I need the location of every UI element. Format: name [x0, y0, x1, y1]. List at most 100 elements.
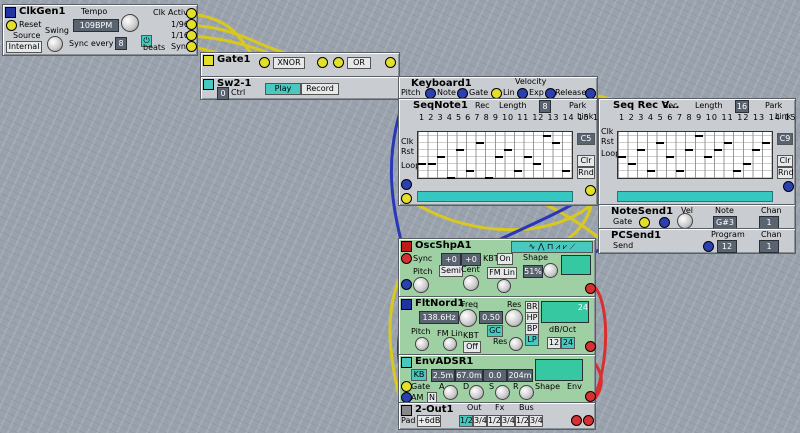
pitch-in-jack[interactable]: [401, 279, 412, 290]
out-module[interactable]: 2-Out1 Pad +6dB Out Fx Bus 1/2 3/4 1/2 3…: [398, 402, 596, 430]
seq-note-step[interactable]: [656, 142, 665, 144]
length-value[interactable]: 8: [539, 100, 551, 113]
source-select[interactable]: Internal: [6, 41, 42, 53]
play-button[interactable]: Play: [265, 83, 301, 95]
program-in-jack[interactable]: [703, 241, 714, 252]
sync-in-jack[interactable]: [401, 253, 412, 264]
fm-lin-button[interactable]: FM Lin: [487, 267, 517, 279]
clr-button[interactable]: Clr: [577, 155, 595, 167]
gate-mode2-select[interactable]: OR: [347, 57, 371, 69]
seq-note-step[interactable]: [514, 170, 522, 172]
seq-note-step[interactable]: [542, 135, 551, 137]
shape-knob[interactable]: [543, 263, 558, 278]
clr-button[interactable]: Clr: [777, 155, 793, 167]
lp-mode[interactable]: LP: [525, 334, 539, 346]
pad-select[interactable]: +6dB: [417, 415, 441, 427]
switch-module[interactable]: Sw2-1 0 Ctrl Play Record: [200, 76, 400, 100]
range-display[interactable]: C9: [777, 133, 793, 145]
fx-34-button[interactable]: 3/4: [501, 415, 515, 427]
freq-knob[interactable]: [459, 309, 477, 327]
notesend-module[interactable]: NoteSend1 Gate Vel Note G#3 Chan 1: [598, 204, 796, 230]
module-menu-icon[interactable]: [401, 357, 412, 368]
vel-knob[interactable]: [677, 213, 693, 229]
sustain-value[interactable]: 0.0: [483, 369, 507, 382]
reset-input-jack[interactable]: [6, 20, 17, 31]
seqnote-gate-row[interactable]: [417, 191, 573, 202]
release-knob[interactable]: [519, 385, 534, 400]
keyboard-module[interactable]: Keyboard1 Pitch Note Gate Velocity Lin E…: [398, 76, 598, 100]
seq-note-step[interactable]: [466, 170, 474, 172]
fx-12-button[interactable]: 1/2: [487, 415, 501, 427]
seq-note-step[interactable]: [523, 156, 532, 158]
cent-knob[interactable]: [463, 275, 479, 291]
left-in-jack[interactable]: [571, 415, 582, 426]
seq-note-step[interactable]: [456, 149, 465, 151]
seq-note-step[interactable]: [504, 149, 513, 151]
seq-note-step[interactable]: [723, 142, 732, 144]
freq-value[interactable]: 138.6Hz: [419, 311, 459, 324]
out-34-button[interactable]: 3/4: [473, 415, 487, 427]
tempo-display[interactable]: 109BPM: [73, 19, 119, 32]
pitch-knob[interactable]: [413, 277, 429, 293]
clkgen-module[interactable]: ClkGen1 Reset Tempo 109BPM ⏻ Clk Active …: [2, 4, 198, 56]
rnd-button[interactable]: Rnd: [777, 167, 794, 179]
seqrec-gate-row[interactable]: [617, 191, 773, 202]
seq-note-step[interactable]: [666, 156, 674, 158]
seq-note-step[interactable]: [627, 163, 636, 165]
seq-note-step[interactable]: [704, 156, 713, 158]
div16-output-jack[interactable]: [186, 30, 197, 41]
module-menu-icon[interactable]: [401, 241, 412, 252]
seq-note-step[interactable]: [646, 170, 655, 172]
db24-button[interactable]: 24: [561, 337, 575, 349]
env-module[interactable]: EnvADSR1 KB 2.5m 67.0m 0.0 204m Gate AM …: [398, 354, 596, 404]
kbt-toggle[interactable]: On: [497, 253, 513, 265]
gate-in-jack[interactable]: [401, 381, 412, 392]
release-value[interactable]: 204m: [507, 369, 533, 382]
attack-knob[interactable]: [443, 385, 458, 400]
bus-12-button[interactable]: 1/2: [515, 415, 529, 427]
res-value[interactable]: 0.50: [479, 311, 503, 324]
sync-every-value[interactable]: 8: [115, 37, 127, 50]
seq-note-step[interactable]: [533, 163, 542, 165]
chan-value[interactable]: 1: [759, 240, 779, 253]
waveform-select[interactable]: ∿ ⋀ ⊓ ⩘ ⩗ ⟋: [511, 241, 593, 253]
module-menu-icon[interactable]: [203, 79, 214, 90]
seq-note-step[interactable]: [485, 177, 494, 179]
env-out-jack[interactable]: [585, 391, 596, 402]
active-output-jack[interactable]: [186, 8, 197, 19]
module-menu-icon[interactable]: [5, 7, 16, 18]
right-in-jack[interactable]: [583, 415, 594, 426]
seq-note-step[interactable]: [742, 163, 751, 165]
vel-in-jack[interactable]: [659, 217, 670, 228]
seqrec-out-jack[interactable]: [783, 181, 794, 192]
res-knob[interactable]: [505, 309, 523, 327]
pitch-mod-knob[interactable]: [415, 337, 429, 351]
res-mod-knob[interactable]: [509, 337, 523, 351]
kbt-off-button[interactable]: Off: [463, 341, 481, 353]
rnd-button[interactable]: Rnd: [577, 167, 595, 179]
gate-in1-jack[interactable]: [259, 57, 270, 68]
seq-note-step[interactable]: [446, 177, 455, 179]
sync-output-jack[interactable]: [186, 41, 197, 52]
seq-note-step[interactable]: [475, 142, 484, 144]
pcsend-module[interactable]: PCSend1 Send Program 12 Chan 1: [598, 228, 796, 254]
module-menu-icon[interactable]: [401, 405, 412, 416]
seqrec-grid[interactable]: [617, 131, 773, 179]
osc-out-jack[interactable]: [585, 283, 596, 294]
kb-button[interactable]: KB: [411, 369, 427, 381]
bus-34-button[interactable]: 3/4: [529, 415, 543, 427]
swing-knob[interactable]: [47, 36, 63, 52]
seq-note-step[interactable]: [562, 170, 570, 172]
seq-note-step[interactable]: [637, 149, 646, 151]
out-12-button[interactable]: 1/2: [459, 415, 473, 427]
div96-output-jack[interactable]: [186, 19, 197, 30]
db12-button[interactable]: 12: [547, 337, 561, 349]
seqnote-gate-out-jack[interactable]: [401, 193, 412, 204]
seqnote-module[interactable]: SeqNote1 Rec Length 8 Park Link 1 2 3 4 …: [398, 98, 604, 206]
seq-note-step[interactable]: [437, 156, 446, 158]
seq-note-step[interactable]: [618, 156, 626, 158]
gc-button[interactable]: GC: [487, 325, 503, 337]
range-display[interactable]: C5: [577, 133, 595, 145]
osc-module[interactable]: OscShpA1 ∿ ⋀ ⊓ ⩘ ⩗ ⟋ Sync +0 +0 KBT On P…: [398, 238, 596, 298]
seqnote-note-out-jack[interactable]: [401, 179, 412, 190]
